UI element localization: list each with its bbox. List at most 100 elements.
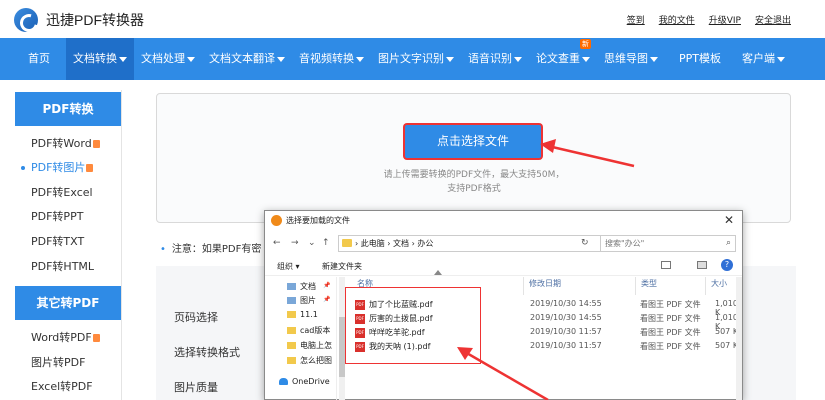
nav-label: 文档文本翻译 <box>209 52 275 65</box>
file-size: 507 K <box>715 327 739 336</box>
file-size: 507 K <box>715 341 739 350</box>
nav-doc-convert[interactable]: 文档转换 <box>66 38 134 80</box>
organize-button[interactable]: 组织 ▾ <box>277 261 300 272</box>
sidebar-item-pdf-to-excel[interactable]: PDF转Excel <box>15 181 121 205</box>
file-type: 看图王 PDF 文件 <box>640 328 701 337</box>
sidebar-item-word-to-pdf[interactable]: Word转PDF <box>15 326 121 350</box>
signin-link[interactable]: 签到 <box>627 13 645 26</box>
tree-item-folder[interactable]: cad版本 <box>287 325 330 336</box>
column-date[interactable]: 修改日期 <box>529 278 561 289</box>
file-list-scrollbar[interactable] <box>736 277 742 400</box>
refresh-icon[interactable]: ↻ <box>581 238 589 248</box>
tree-item-pictures[interactable]: 图片 <box>287 295 316 306</box>
search-placeholder: 搜索"办公" <box>605 239 645 248</box>
close-icon[interactable]: ✕ <box>724 213 734 227</box>
tree-label: 怎么把图 <box>300 356 332 365</box>
file-date: 2019/10/30 14:55 <box>530 299 602 308</box>
file-name: 我的天呐 (1).pdf <box>369 342 431 351</box>
tree-item-folder[interactable]: 怎么把图 <box>287 355 332 366</box>
view-options-icon[interactable] <box>661 261 671 269</box>
tree-label: cad版本 <box>300 326 331 335</box>
scrollbar-thumb[interactable] <box>339 317 345 377</box>
file-row[interactable]: PDF 加了个比蓝贼.pdf 2019/10/30 14:55 看图王 PDF … <box>355 298 740 317</box>
upload-area[interactable] <box>156 93 791 223</box>
file-type: 看图王 PDF 文件 <box>640 314 701 323</box>
sidebar-item-image-to-pdf[interactable]: 图片转PDF <box>15 351 121 375</box>
sidebar-item-pdf-to-word[interactable]: PDF转Word <box>15 132 121 156</box>
sidebar-item-excel-to-pdf[interactable]: Excel转PDF <box>15 375 121 399</box>
chevron-down-icon <box>514 56 522 62</box>
notice-label: 注意：如果PDF有密 <box>171 244 262 255</box>
nav-ppt-template[interactable]: PPT模板 <box>665 38 735 80</box>
new-folder-button[interactable]: 新建文件夹 <box>322 261 362 272</box>
upload-hint: 请上传需要转换的PDF文件，最大支持50M， 支持PDF格式 <box>370 168 578 196</box>
nav-thesis-check[interactable]: 论文查重新 <box>529 38 597 80</box>
app-icon <box>271 215 282 226</box>
folder-icon <box>342 239 352 247</box>
breadcrumb-pc[interactable]: 此电脑 <box>361 239 385 248</box>
dialog-address-bar: ← → ⌄ ↑ › 此电脑 › 文档 › 办公 ↻ 搜索"办公" ⌕ <box>265 233 742 255</box>
nav-home[interactable]: 首页 <box>0 38 66 80</box>
sidebar-item-pdf-to-image[interactable]: PDF转图片 <box>15 156 121 180</box>
file-type: 看图王 PDF 文件 <box>640 342 701 351</box>
file-row[interactable]: PDF 咩咩吃羊驼.pdf 2019/10/30 11:57 看图王 PDF 文… <box>355 326 740 340</box>
nav-speech[interactable]: 语音识别 <box>461 38 529 80</box>
nav-label: 文档转换 <box>73 52 117 65</box>
top-links: 签到 我的文件 升级VIP 安全退出 <box>627 13 791 26</box>
breadcrumb[interactable]: › 此电脑 › 文档 › 办公 <box>338 235 601 252</box>
notice-text: • 注意：如果PDF有密 <box>160 240 261 255</box>
dialog-title: 选择要加载的文件 <box>286 216 350 225</box>
onedrive-icon <box>279 378 288 385</box>
nav-mindmap[interactable]: 思维导图 <box>597 38 665 80</box>
breadcrumb-folder[interactable]: 办公 <box>417 239 433 248</box>
back-arrow-icon[interactable]: ← <box>273 238 281 248</box>
nav-av-convert[interactable]: 音视频转换 <box>292 38 371 80</box>
pdf-file-icon: PDF <box>355 342 365 352</box>
file-date: 2019/10/30 11:57 <box>530 341 602 350</box>
sidebar-item-label: PDF转Excel <box>31 186 93 199</box>
column-divider <box>705 277 706 295</box>
sidebar-divider <box>121 90 122 400</box>
forward-arrow-icon[interactable]: → <box>291 238 299 248</box>
column-type[interactable]: 类型 <box>641 278 657 289</box>
navigation-scrollbar[interactable] <box>339 277 345 400</box>
upgrade-vip-link[interactable]: 升级VIP <box>709 13 741 26</box>
file-open-dialog: 选择要加载的文件 ✕ ← → ⌄ ↑ › 此电脑 › 文档 › 办公 ↻ 搜索"… <box>264 210 743 400</box>
file-row[interactable]: PDF 我的天呐 (1).pdf 2019/10/30 11:57 看图王 PD… <box>355 340 740 354</box>
bullet-icon: • <box>160 244 166 255</box>
sidebar-item-label: PDF转PPT <box>31 210 84 223</box>
tree-item-folder[interactable]: 11.1 <box>287 310 318 319</box>
select-file-button[interactable]: 点击选择文件 <box>405 125 541 158</box>
my-files-link[interactable]: 我的文件 <box>659 13 695 26</box>
tree-item-documents[interactable]: 文档 <box>287 281 316 292</box>
nav-ocr[interactable]: 图片文字识别 <box>371 38 461 80</box>
breadcrumb-docs[interactable]: 文档 <box>393 239 409 248</box>
site-logo[interactable]: 迅捷PDF转换器 <box>14 8 144 32</box>
dialog-toolbar: 组织 ▾ 新建文件夹 ? <box>265 256 742 276</box>
active-dot-icon <box>21 166 25 170</box>
up-arrow-icon[interactable]: ↑ <box>322 238 330 248</box>
nav-doc-process[interactable]: 文档处理 <box>134 38 202 80</box>
preview-pane-icon[interactable] <box>697 261 707 269</box>
pin-icon: 📌 <box>323 282 331 289</box>
dialog-titlebar: 选择要加载的文件 ✕ <box>265 211 742 231</box>
logout-link[interactable]: 安全退出 <box>755 13 791 26</box>
sidebar-item-pdf-to-html[interactable]: PDF转HTML <box>15 255 121 279</box>
help-icon[interactable]: ? <box>721 259 733 271</box>
file-row[interactable]: PDF 厉害的土拨鼠.pdf 2019/10/30 14:55 看图王 PDF … <box>355 312 740 331</box>
nav-translate[interactable]: 文档文本翻译 <box>202 38 292 80</box>
chevron-down-icon <box>356 56 364 62</box>
tree-item-folder[interactable]: 电脑上怎 <box>287 340 332 351</box>
tree-item-onedrive[interactable]: OneDrive <box>279 377 330 386</box>
sidebar-item-pdf-to-txt[interactable]: PDF转TXT <box>15 230 121 254</box>
sidebar-item-pdf-to-ppt[interactable]: PDF转PPT <box>15 205 121 229</box>
chevron-down-icon <box>277 56 285 62</box>
nav-label: 语音识别 <box>468 52 512 65</box>
column-name[interactable]: 名称 <box>357 278 373 289</box>
sidebar-item-label: PDF转TXT <box>31 235 85 248</box>
column-size[interactable]: 大小 <box>711 278 727 289</box>
chevron-down-icon[interactable]: ⌄ <box>308 238 316 248</box>
nav-client[interactable]: 客户端 <box>735 38 792 80</box>
tree-label: 图片 <box>300 296 316 305</box>
search-input[interactable]: 搜索"办公" ⌕ <box>600 235 736 252</box>
